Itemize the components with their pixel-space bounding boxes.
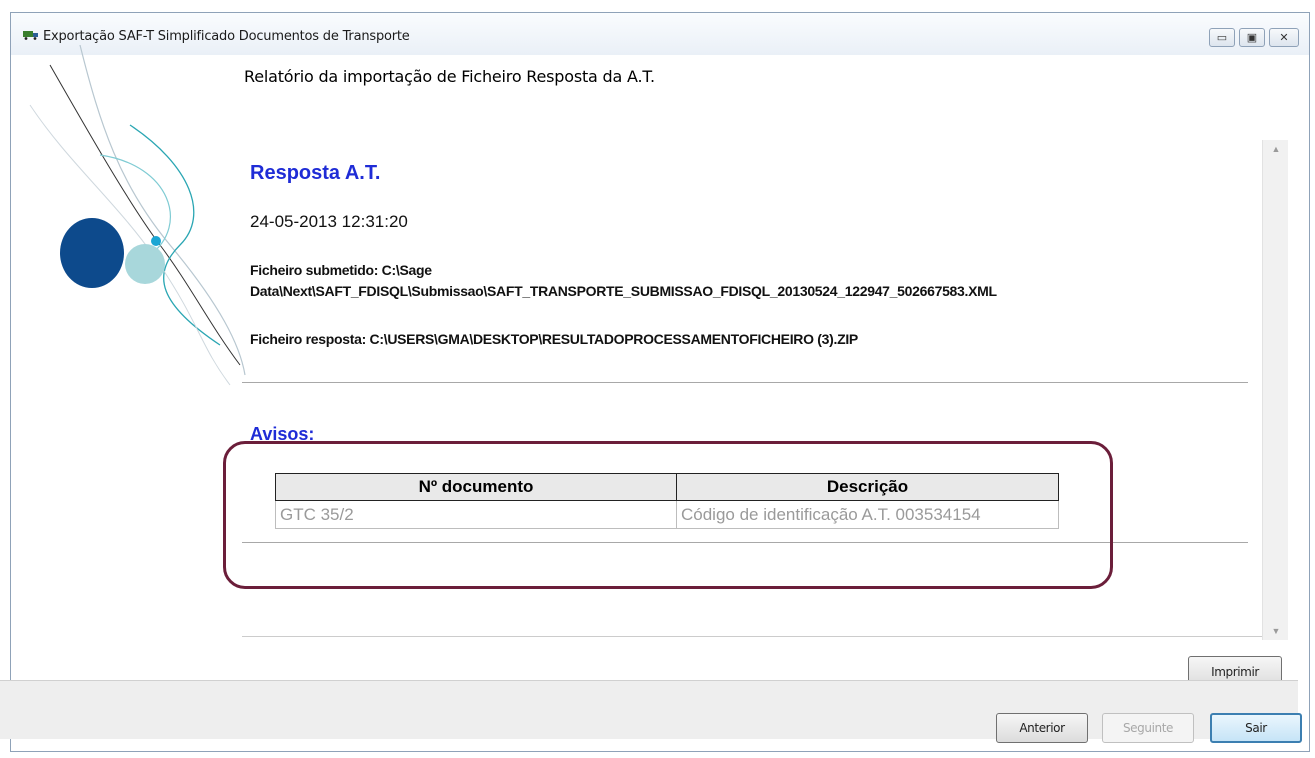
close-button[interactable]: ✕ [1269, 28, 1299, 47]
maximize-button[interactable]: ▣ [1239, 28, 1265, 47]
response-timestamp: 24-05-2013 12:31:20 [250, 212, 408, 231]
highlight-annotation [223, 441, 1113, 589]
maximize-icon: ▣ [1246, 32, 1258, 44]
minimize-button[interactable]: ▭ [1209, 28, 1235, 47]
vertical-scrollbar[interactable]: ▲ ▼ [1262, 140, 1288, 640]
window-title: Exportação SAF-T Simplificado Documentos… [43, 29, 410, 44]
minimize-icon: ▭ [1216, 32, 1228, 44]
response-file-path: Ficheiro resposta: C:\USERS\GMA\DESKTOP\… [250, 331, 858, 347]
report-header: Relatório da importação de Ficheiro Resp… [244, 67, 655, 86]
divider [242, 636, 1272, 637]
scroll-up-icon[interactable]: ▲ [1263, 140, 1289, 158]
next-button[interactable]: Seguinte [1102, 713, 1194, 743]
response-title: Resposta A.T. [250, 162, 381, 184]
submitted-file-label: Ficheiro submetido: C:\Sage [250, 262, 432, 278]
divider [242, 382, 1248, 383]
submitted-file-path: Data\Next\SAFT_FDISQL\Submissao\SAFT_TRA… [250, 283, 997, 299]
previous-button[interactable]: Anterior [996, 713, 1088, 743]
scroll-down-icon[interactable]: ▼ [1263, 622, 1289, 640]
truck-icon [23, 31, 38, 40]
close-icon: ✕ [1279, 32, 1289, 44]
decorative-swirl-graphic [29, 45, 246, 386]
exit-button[interactable]: Sair [1210, 713, 1302, 743]
